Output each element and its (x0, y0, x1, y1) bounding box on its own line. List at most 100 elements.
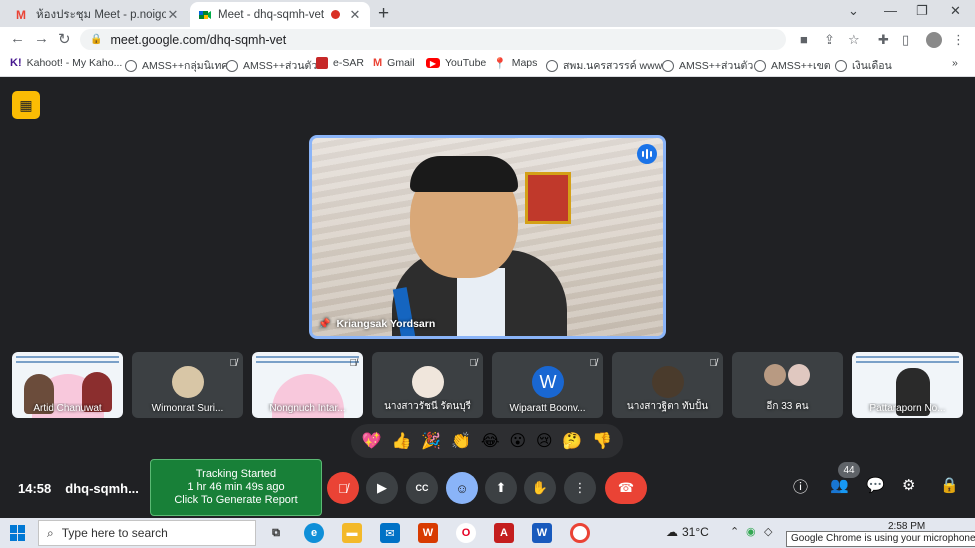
tray-app-icon[interactable]: ◉ (746, 525, 756, 538)
mic-off-icon: 🎙̸ (589, 358, 598, 369)
globe-icon (835, 59, 847, 72)
people-icon[interactable]: 👥 (830, 476, 849, 494)
camera-in-use-icon[interactable]: ■ (800, 32, 808, 47)
leave-call-button[interactable]: ☎ (605, 472, 647, 504)
bookmarks-overflow-icon[interactable]: » (952, 57, 958, 69)
opera-icon[interactable]: O (456, 523, 476, 543)
file-explorer-icon[interactable]: ▬ (342, 523, 362, 543)
close-icon[interactable]: ✕ (166, 7, 180, 23)
camera-off-icon[interactable]: ▦ (12, 91, 40, 119)
meeting-details-icon[interactable]: ⓘ (793, 476, 808, 497)
new-tab-icon[interactable]: + (378, 3, 389, 25)
participant-name: Wimonrat Suri... (151, 403, 224, 414)
close-icon[interactable]: ✕ (348, 7, 362, 23)
reaction-party[interactable]: 🎉 (421, 431, 441, 451)
tab-meeting-room[interactable]: M ห้องประชุม Meet - p.noigor@gmai ✕ (8, 2, 188, 27)
host-controls-icon[interactable]: 🔒 (940, 476, 959, 494)
participant-tile[interactable]: W 🎙̸ Wiparatt Boonv... (492, 352, 603, 418)
wps-icon[interactable]: W (418, 523, 438, 543)
bookmark-youtube[interactable]: ▶ YouTube (426, 57, 486, 69)
kahoot-icon: K! (10, 57, 22, 69)
emoji-button[interactable]: ☺ (446, 472, 478, 504)
edge-icon[interactable]: e (304, 523, 324, 543)
cloud-icon: ☁ (666, 525, 678, 539)
bookmark-gmail[interactable]: M Gmail (373, 57, 415, 69)
mic-toggle-button[interactable]: 🎙̸ (327, 472, 359, 504)
reaction-thumbs-up[interactable]: 👍 (392, 431, 412, 451)
present-button[interactable]: ⬆ (485, 472, 517, 504)
maps-icon: 📍 (493, 57, 507, 70)
bookmark-esar[interactable]: e-SAR (316, 57, 364, 69)
participant-tile[interactable]: 🎙̸ นางสาวรัชนี รัตนบุรี (372, 352, 483, 418)
reaction-clap[interactable]: 👏 (451, 431, 471, 451)
task-view-icon[interactable]: ⧉ (266, 523, 286, 543)
taskbar-search-input[interactable]: ⌕ Type here to search (38, 520, 256, 546)
participant-tile[interactable]: Artid Chanuwat (12, 352, 123, 418)
bookmark-star-icon[interactable]: ☆ (848, 32, 860, 48)
chevron-down-icon[interactable]: ⌄ (848, 3, 859, 19)
globe-icon (754, 59, 766, 72)
share-icon[interactable]: ⇪ (824, 32, 835, 48)
address-bar[interactable]: 🔒 meet.google.com/dhq-sqmh-vet (80, 29, 786, 50)
camera-toggle-button[interactable]: ▶ (366, 472, 398, 504)
reload-icon[interactable]: ↻ (58, 30, 71, 48)
pdf-icon[interactable]: A (494, 523, 514, 543)
bookmark-amss-personal[interactable]: AMSS++ส่วนตัว (226, 57, 317, 74)
tray-network-icon[interactable]: ◇ (764, 525, 772, 538)
restore-icon[interactable]: ❐ (916, 3, 928, 19)
microphone-in-use-tooltip: Google Chrome is using your microphone (786, 531, 975, 547)
avatar (764, 364, 786, 386)
side-panel-icon[interactable]: ▯ (902, 32, 909, 48)
windows-start-icon[interactable] (10, 525, 26, 541)
reaction-sad[interactable]: 😢 (536, 431, 553, 451)
gmail-icon: M (16, 7, 26, 22)
mail-icon[interactable]: ✉ (380, 523, 400, 543)
avatar: W (532, 366, 564, 398)
profile-avatar[interactable] (926, 32, 942, 48)
bookmark-kahoot[interactable]: K! Kahoot! - My Kaho... (10, 57, 122, 69)
tracking-report-button[interactable]: Tracking Started 1 hr 46 min 49s ago Cli… (150, 459, 322, 516)
forward-icon[interactable]: → (34, 30, 49, 47)
weather-widget[interactable]: ☁ 31°C (666, 525, 709, 539)
more-options-button[interactable]: ⋮ (564, 472, 596, 504)
mic-off-icon: 🎙̸ (349, 358, 358, 369)
bookmark-salary[interactable]: เงินเดือน (835, 57, 892, 74)
extensions-icon[interactable]: ✚ (878, 32, 889, 48)
activities-icon[interactable]: ⚙ (902, 476, 915, 494)
main-speaker-tile[interactable]: 📌 Kriangsak Yordsarn (309, 135, 666, 339)
captions-icon: CC (415, 483, 429, 493)
bookmark-amss-supervision[interactable]: AMSS++กลุ่มนิเทศ (125, 57, 228, 74)
participant-tile[interactable]: Pattaraporn No... (852, 352, 963, 418)
captions-button[interactable]: CC (406, 472, 438, 504)
chrome-icon[interactable] (570, 523, 590, 543)
meeting-code[interactable]: dhq-sqmh... (65, 481, 139, 496)
raise-hand-button[interactable]: ✋ (524, 472, 556, 504)
back-icon[interactable]: ← (10, 30, 25, 47)
participant-strip: Artid Chanuwat 🎙̸ Wimonrat Suri... 🎙̸ No… (12, 352, 975, 418)
globe-icon (125, 59, 137, 72)
tab-meet-active[interactable]: Meet - dhq-sqmh-vet ✕ (190, 2, 370, 27)
reaction-heart[interactable]: 💖 (362, 431, 382, 451)
minimize-icon[interactable]: — (884, 3, 897, 18)
participant-tile[interactable]: 🎙̸ Nongnuch Intar... (252, 352, 363, 418)
bookmark-spm-nakhonsawan[interactable]: สพม.นครสวรรค์ www.... (546, 57, 673, 74)
chat-icon[interactable]: 💬 (866, 476, 885, 494)
reaction-laugh[interactable]: 😂 (481, 431, 500, 451)
participant-tile[interactable]: 🎙̸ นางสาวฐิตา ทับปั้น (612, 352, 723, 418)
bookmark-amss-personal-2[interactable]: AMSS++ส่วนตัว (662, 57, 753, 74)
browser-toolbar: ← → ↻ 🔒 meet.google.com/dhq-sqmh-vet ■ ⇪… (0, 27, 975, 52)
avatar (412, 366, 444, 398)
participant-tile[interactable]: 🎙̸ Wimonrat Suri... (132, 352, 243, 418)
tray-chevron-icon[interactable]: ⌃ (730, 525, 739, 538)
word-icon[interactable]: W (532, 523, 552, 543)
reaction-thinking[interactable]: 🤔 (562, 431, 582, 451)
window-close-icon[interactable]: ✕ (950, 3, 961, 19)
bookmark-maps[interactable]: 📍 Maps (493, 57, 537, 70)
participant-tile-others[interactable]: อีก 33 คน (732, 352, 843, 418)
reaction-thumbs-down[interactable]: 👎 (592, 431, 612, 451)
participant-name: Wiparatt Boonv... (509, 403, 586, 414)
menu-dots-icon[interactable]: ⋮ (952, 32, 965, 48)
search-icon: ⌕ (47, 525, 54, 540)
bookmark-amss-district[interactable]: AMSS++เขต (754, 57, 831, 74)
reaction-surprised[interactable]: 😮 (509, 431, 526, 451)
